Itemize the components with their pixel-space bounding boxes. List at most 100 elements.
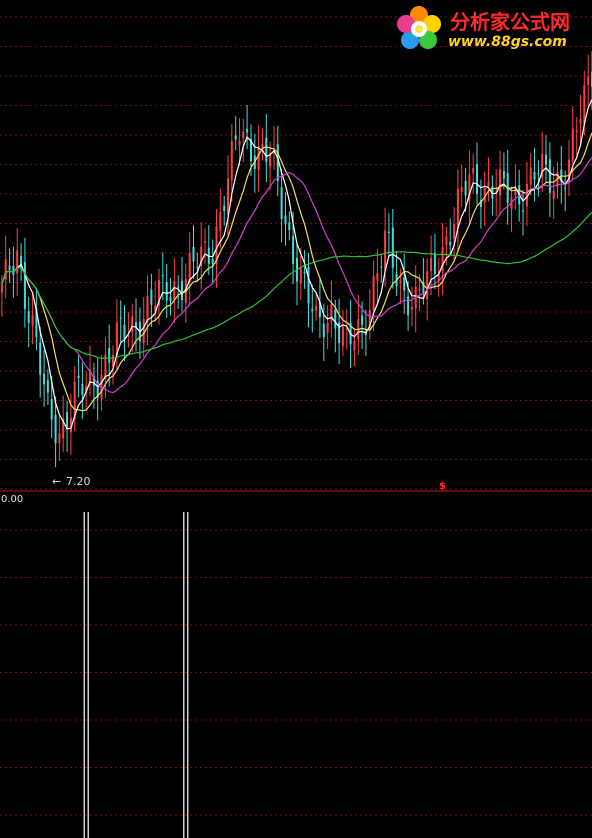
candle-body (181, 280, 183, 301)
candle-body (142, 318, 145, 343)
candle-body (165, 282, 168, 301)
candle-body (533, 171, 536, 180)
candle-body (384, 230, 387, 271)
candle-body (571, 128, 574, 162)
candle-body (449, 242, 452, 245)
candle-body (445, 236, 448, 246)
candle-body (341, 326, 344, 346)
candle-body (499, 169, 501, 196)
candle-body (330, 304, 333, 322)
candle-body (322, 323, 325, 338)
candle-body (161, 275, 164, 277)
candle-body (537, 173, 540, 174)
candle-body (548, 159, 551, 193)
candle-body (31, 314, 34, 326)
candle-body (280, 187, 283, 219)
low-arrow: ← (52, 475, 62, 488)
candle-body (58, 433, 61, 443)
main-grid (0, 16, 592, 490)
candle-body (453, 224, 456, 239)
candle-body (223, 205, 226, 211)
candle-body (230, 141, 233, 181)
candle-body (403, 277, 406, 291)
candle-body (380, 266, 383, 268)
candle-body (246, 129, 249, 133)
candle-body (426, 271, 429, 300)
candle-body (265, 137, 268, 162)
candle-body (315, 306, 318, 311)
logo-title: 分析家公式网 (450, 10, 570, 34)
candle-body (460, 187, 463, 192)
candle-body (410, 307, 413, 310)
candle-body (150, 289, 153, 305)
candle-body (307, 267, 310, 304)
candle-body (238, 140, 241, 146)
candle-body (131, 316, 134, 333)
candle-body (50, 399, 53, 420)
candle-body (46, 380, 49, 393)
indicator-value: 0.00 (1, 494, 24, 505)
candle-body (123, 324, 126, 339)
candle-body (257, 146, 260, 171)
candle-body (476, 164, 478, 194)
candle-body (119, 317, 122, 319)
candle-body (177, 286, 180, 288)
candle-body (43, 373, 46, 385)
candle-body (583, 85, 586, 124)
candle-body (0, 284, 3, 293)
candle-body (361, 315, 364, 325)
candle-body (27, 311, 30, 323)
candle-body (456, 189, 459, 227)
candle-body (81, 384, 84, 395)
candle-body (23, 262, 26, 309)
candle-body (334, 309, 337, 329)
candle-body (399, 279, 402, 284)
candle-body (219, 212, 222, 232)
candle-body (545, 154, 547, 165)
candle-body (529, 167, 532, 185)
candle-body (387, 231, 390, 233)
candle-body (173, 281, 176, 300)
candle-body (579, 118, 582, 124)
candle-body (391, 227, 394, 268)
candle-body (284, 215, 287, 225)
candle-body (311, 308, 314, 312)
candle-body (292, 235, 295, 264)
candle-body (430, 258, 433, 272)
candle-body (169, 296, 172, 301)
candle-body (353, 340, 356, 350)
candle-body (227, 178, 229, 215)
candle-body (418, 288, 421, 291)
candle-body (242, 131, 245, 139)
candle-body (288, 222, 291, 230)
candle-body (16, 250, 19, 274)
candle-body (54, 414, 57, 444)
candle-body (211, 259, 214, 264)
candle-body (564, 187, 567, 189)
candle-body (407, 296, 410, 316)
candle-body (487, 181, 490, 187)
kline-chart[interactable] (0, 0, 592, 838)
indicator-lines (83, 512, 189, 838)
candle-body (464, 180, 467, 196)
lowest-price-label: 7.20 (66, 475, 91, 488)
candle-body (372, 276, 375, 311)
signal-marker: $ (439, 481, 446, 492)
candle-body (4, 259, 7, 280)
logo-url: www.88gs.com (448, 34, 567, 50)
candle-body (552, 190, 555, 200)
flower-logo-icon (397, 6, 441, 49)
candle-body (192, 246, 195, 262)
candle-body (303, 271, 306, 274)
site-logo[interactable]: 分析家公式网 www.88gs.com (392, 2, 592, 58)
candle-body (77, 376, 80, 378)
candle-body (587, 76, 590, 85)
indicator-grid (0, 529, 592, 816)
candle-body (433, 253, 436, 274)
candle-body (299, 268, 302, 284)
candle-body (196, 267, 199, 269)
candle-body (522, 210, 524, 212)
candle-body (204, 241, 206, 243)
candle-body (8, 265, 11, 270)
candle-body (234, 135, 237, 140)
